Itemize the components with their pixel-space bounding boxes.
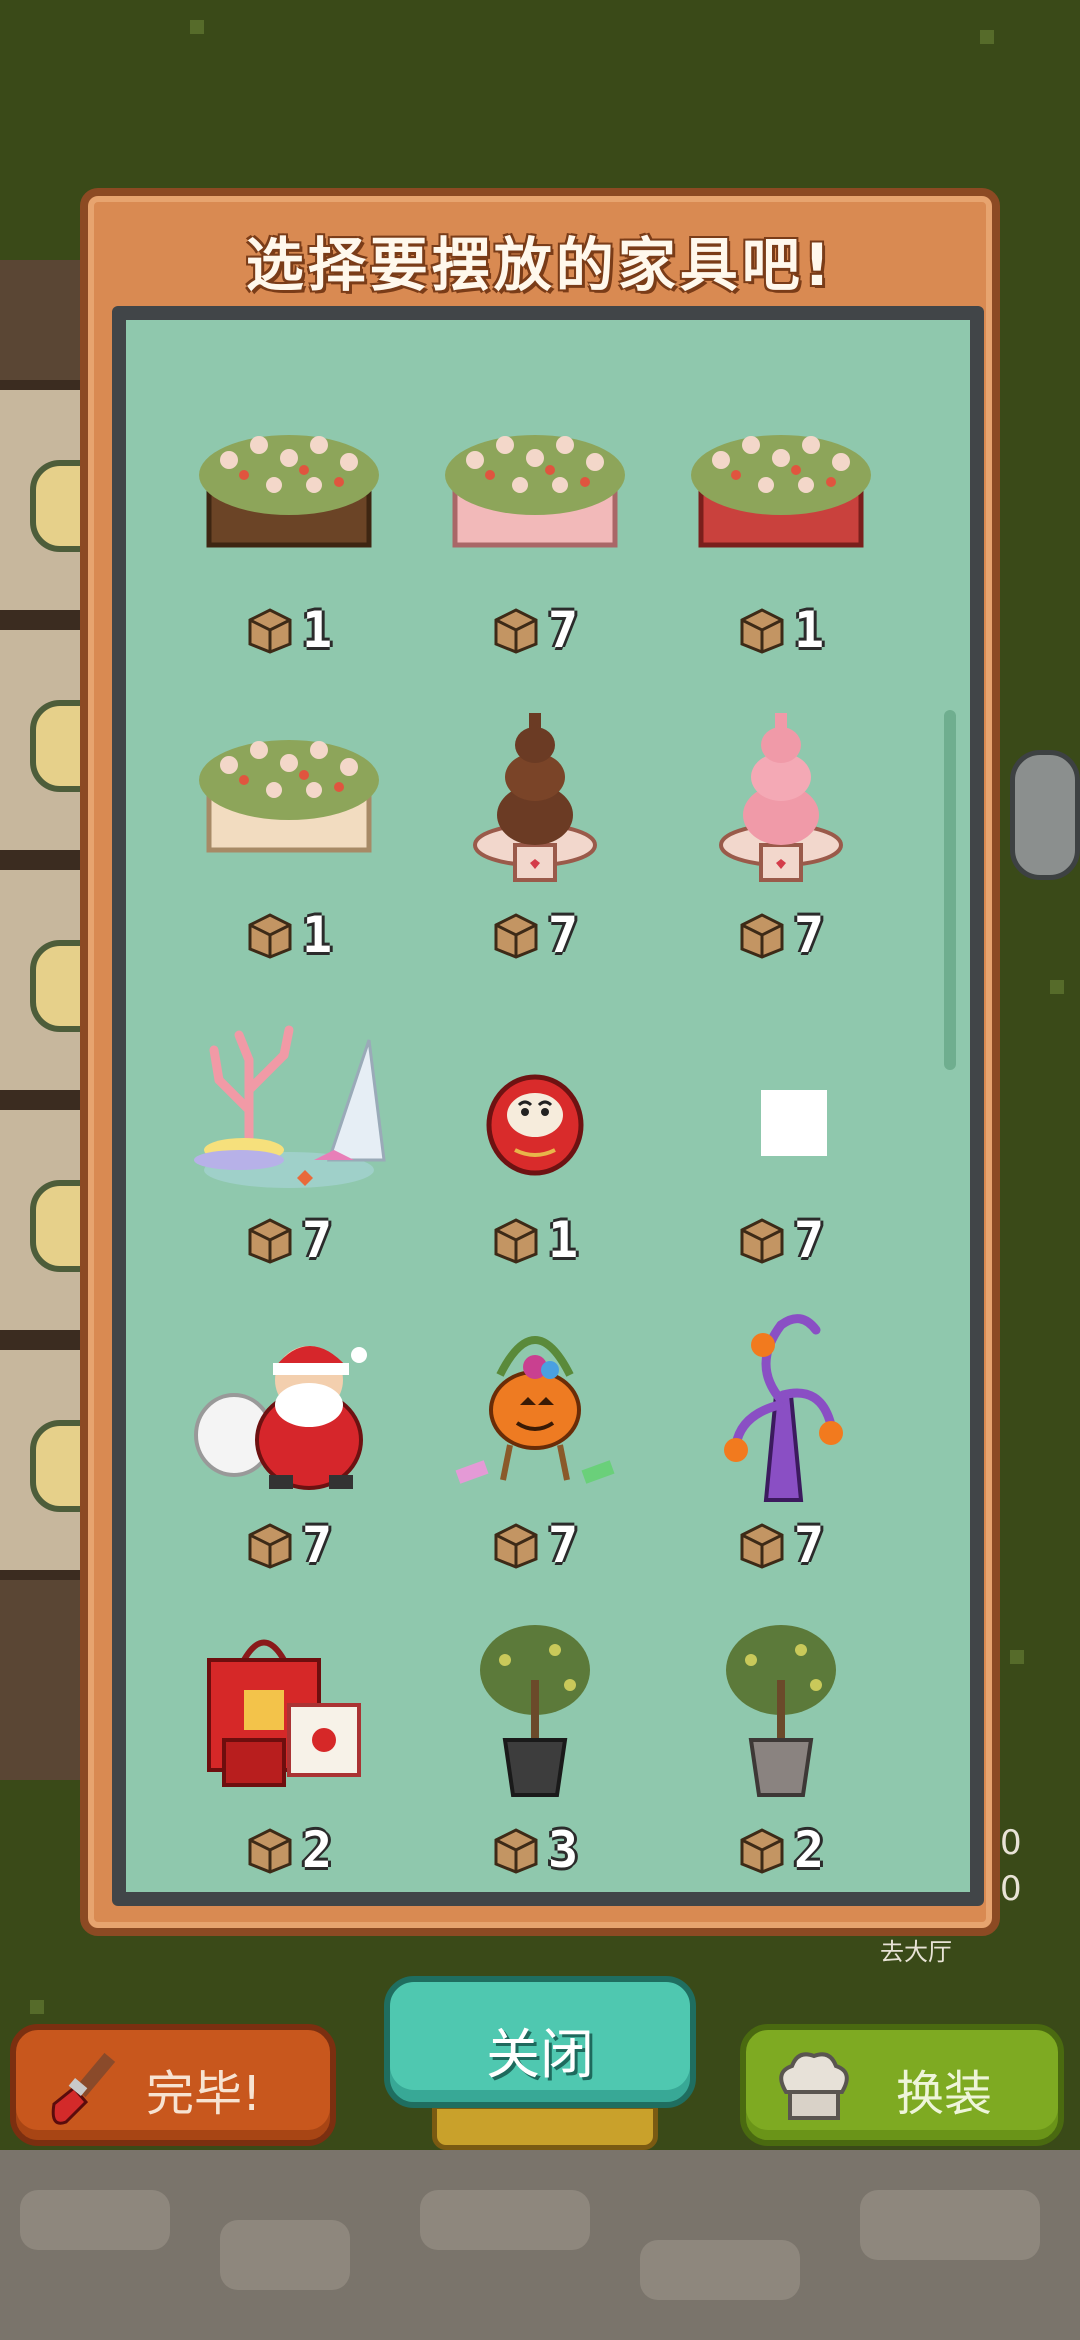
house-wall: [0, 260, 112, 1780]
item-pink-flower-planter[interactable]: 7: [412, 390, 658, 695]
item-red-flower-planter[interactable]: 1: [658, 390, 904, 695]
furniture-select-modal: 选择要摆放的家具吧! 1 7 1 1 7 7 7 1 7 7 7 7 2 3 2: [80, 188, 1000, 1936]
item-cream-flower-planter[interactable]: 1: [166, 695, 412, 1000]
cost: 7: [412, 600, 658, 660]
cost-value: 7: [301, 1516, 333, 1574]
cost-value: 3: [547, 1821, 579, 1879]
paint-brush-icon: [51, 2052, 116, 2125]
box-icon: [248, 1523, 292, 1569]
box-icon: [494, 1828, 538, 1874]
cost: 1: [412, 1210, 658, 1270]
box-icon: [248, 913, 292, 959]
item-potted-olive-tree-dark[interactable]: 3: [412, 1610, 658, 1915]
cost: 1: [658, 600, 904, 660]
flower-planter-icon: [445, 435, 625, 548]
cost-value: 7: [793, 1211, 825, 1269]
halloween-tree-icon: [724, 1314, 843, 1502]
cost: 7: [166, 1515, 412, 1575]
cost: 1: [166, 905, 412, 965]
cost: 7: [658, 905, 904, 965]
item-coral-shell-decor[interactable]: 7: [166, 1000, 412, 1305]
cost-value: 7: [547, 1516, 579, 1574]
cost-value: 7: [547, 906, 579, 964]
cost: 7: [658, 1210, 904, 1270]
side-digit: 0: [1000, 1823, 1022, 1863]
cost-value: 7: [793, 906, 825, 964]
cost: 7: [412, 1515, 658, 1575]
cost: 3: [412, 1820, 658, 1880]
box-icon: [740, 1828, 784, 1874]
item-halloween-tree[interactable]: 7: [658, 1305, 904, 1610]
cost-value: 1: [547, 1211, 579, 1269]
cost: 7: [658, 1515, 904, 1575]
finish-label: 完毕!: [146, 2066, 262, 2122]
go-lobby-label[interactable]: 去大厅: [880, 1932, 990, 1967]
flower-planter-icon: [199, 740, 379, 853]
santa-icon: [194, 1346, 367, 1490]
side-digit: 0: [1000, 1869, 1022, 1909]
strawberry-fountain-icon: [719, 713, 843, 882]
cost: 7: [166, 1210, 412, 1270]
scrollbar[interactable]: [944, 710, 956, 1070]
item-lucky-gift-bags[interactable]: 2: [166, 1610, 412, 1915]
cost-value: 1: [793, 601, 825, 659]
box-icon: [248, 1218, 292, 1264]
cost-value: 7: [301, 1211, 333, 1269]
modal-title: 选择要摆放的家具吧!: [245, 231, 835, 299]
side-digits: 0 0: [1000, 1820, 1022, 1912]
pumpkin-basket-icon: [455, 1336, 615, 1484]
cost-value: 2: [301, 1821, 333, 1879]
chef-hat-icon: [779, 2052, 849, 2120]
close-button-base: [432, 2104, 658, 2150]
gift-bags-icon: [207, 1639, 361, 1787]
item-strawberry-fountain[interactable]: 7: [658, 695, 904, 1000]
item-santa-claus[interactable]: 7: [166, 1305, 412, 1610]
item-blank[interactable]: 7: [658, 1000, 904, 1305]
item-brown-flower-planter[interactable]: 1: [166, 390, 412, 695]
rock-decor: [1010, 750, 1080, 880]
cost: 2: [658, 1820, 904, 1880]
potted-tree-icon: [480, 1625, 590, 1797]
cost-value: 7: [547, 601, 579, 659]
close-label: 关闭: [486, 2023, 594, 2086]
potted-tree-icon: [726, 1625, 836, 1797]
costume-button[interactable]: 换装: [740, 2024, 1064, 2146]
cost-value: 1: [301, 906, 333, 964]
box-icon: [740, 913, 784, 959]
finish-button[interactable]: 完毕!: [10, 2024, 336, 2146]
item-chocolate-fountain[interactable]: 7: [412, 695, 658, 1000]
cost: 2: [166, 1820, 412, 1880]
costume-label: 换装: [896, 2066, 993, 2122]
box-icon: [494, 608, 538, 654]
item-potted-olive-tree-grey[interactable]: 2: [658, 1610, 904, 1915]
box-icon: [494, 1523, 538, 1569]
cost-value: 2: [793, 1821, 825, 1879]
box-icon: [494, 913, 538, 959]
coral-shell-icon: [194, 1025, 386, 1188]
item-pumpkin-candy-basket[interactable]: 7: [412, 1305, 658, 1610]
box-icon: [740, 608, 784, 654]
item-frame: 1 7 1 1 7 7 7 1 7 7 7 7 2 3 2: [112, 306, 984, 1906]
box-icon: [248, 1828, 292, 1874]
box-icon: [494, 1218, 538, 1264]
box-icon: [740, 1523, 784, 1569]
box-icon: [248, 608, 292, 654]
flower-planter-icon: [691, 435, 871, 548]
stone-floor: [0, 2150, 1080, 2340]
box-icon: [740, 1218, 784, 1264]
cost: 1: [166, 600, 412, 660]
daruma-icon: [486, 1074, 584, 1176]
flower-planter-icon: [199, 435, 379, 548]
item-panel: 1 7 1 1 7 7 7 1 7 7 7 7 2 3 2: [126, 320, 970, 1892]
item-daruma-doll[interactable]: 1: [412, 1000, 658, 1305]
cost: 7: [412, 905, 658, 965]
blank-item-icon: [761, 1090, 827, 1156]
cost-value: 1: [301, 601, 333, 659]
item-grid: 1 7 1 1 7 7 7 1 7 7 7 7 2 3 2: [166, 390, 906, 1915]
cost-value: 7: [793, 1516, 825, 1574]
chocolate-fountain-icon: [473, 713, 597, 882]
close-button[interactable]: 关闭: [384, 1976, 696, 2108]
